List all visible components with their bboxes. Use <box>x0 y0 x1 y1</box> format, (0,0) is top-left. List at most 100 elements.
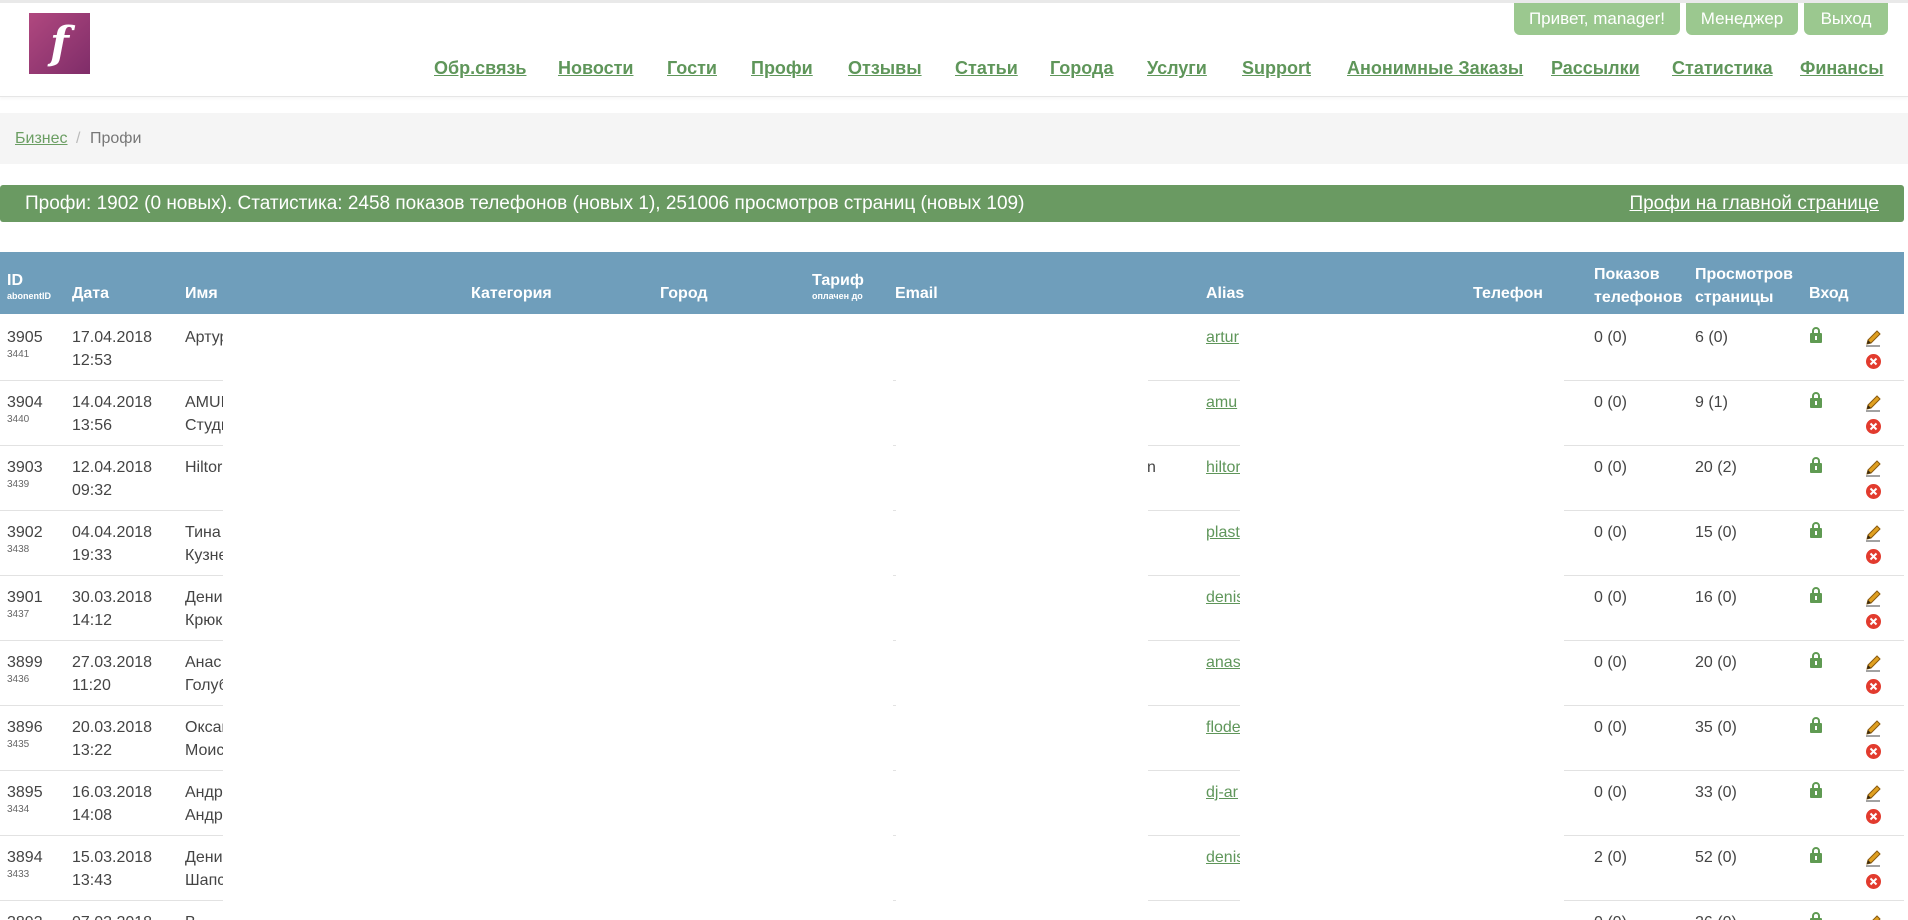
role-button[interactable]: Менеджер <box>1686 3 1798 35</box>
profi-main-page-link[interactable]: Профи на главной странице <box>1629 193 1879 215</box>
nav-services[interactable]: Услуги <box>1147 58 1207 79</box>
edit-pencil-icon[interactable] <box>1864 394 1882 412</box>
cell-date: 12.04.2018 09:32 <box>72 459 153 499</box>
delete-icon[interactable] <box>1865 743 1882 760</box>
edit-pencil-icon[interactable] <box>1864 654 1882 672</box>
col-date[interactable]: Дата <box>72 285 109 303</box>
cell-id: 3893 <box>7 911 67 920</box>
cell-date: 16.03.2018 14:08 <box>72 784 153 824</box>
login-as-user-icon[interactable] <box>1808 846 1824 864</box>
abonent-id: 3435 <box>7 739 30 750</box>
login-as-user-icon[interactable] <box>1808 326 1824 344</box>
nav-statistics[interactable]: Статистика <box>1672 58 1773 79</box>
cell-page-views: 20 (0) <box>1695 654 1737 671</box>
cell-id: 3902 3438 <box>7 521 67 556</box>
col-email[interactable]: Email <box>895 285 938 303</box>
col-id[interactable]: ID abonentID <box>7 272 51 301</box>
redaction-mask <box>1497 315 1564 920</box>
edit-pencil-icon[interactable] <box>1864 849 1882 867</box>
nav-articles[interactable]: Статьи <box>955 58 1018 79</box>
nav-feedback[interactable]: Обр.связь <box>434 58 526 79</box>
cell-phone-shows: 0 (0) <box>1594 589 1627 606</box>
edit-pencil-icon[interactable] <box>1864 329 1882 347</box>
delete-icon[interactable] <box>1865 678 1882 695</box>
login-as-user-icon[interactable] <box>1808 716 1824 734</box>
nav-support[interactable]: Support <box>1242 58 1311 79</box>
col-name[interactable]: Имя <box>185 285 218 303</box>
cell-phone-shows: 0 (0) <box>1594 911 1684 920</box>
delete-icon[interactable] <box>1865 418 1882 435</box>
cell-id: 3905 3441 <box>7 326 67 361</box>
nav-reviews[interactable]: Отзывы <box>848 58 922 79</box>
col-tariff[interactable]: Тариф оплачен до <box>812 272 864 301</box>
col-login: Вход <box>1809 285 1849 302</box>
alias-link[interactable]: denis <box>1206 849 1240 866</box>
alias-link[interactable]: dj-ar <box>1206 784 1238 801</box>
delete-icon[interactable] <box>1865 353 1882 370</box>
col-page-views[interactable]: Просмотров страницы <box>1695 263 1793 309</box>
alias-link[interactable]: flode <box>1206 719 1240 736</box>
breadcrumb-business[interactable]: Бизнес <box>15 130 68 148</box>
abonent-id: 3437 <box>7 609 30 620</box>
abonent-id: 3436 <box>7 674 30 685</box>
cell-phone-shows: 0 (0) <box>1594 784 1627 801</box>
table-header: ID abonentID Дата Имя Категория Город Тар… <box>0 252 1904 314</box>
nav-anonymous-orders[interactable]: Анонимные Заказы <box>1347 58 1523 79</box>
col-category[interactable]: Категория <box>471 285 552 303</box>
login-as-user-icon[interactable] <box>1808 781 1824 799</box>
login-as-user-icon[interactable] <box>1808 521 1824 539</box>
cell-id: 3903 3439 <box>7 456 67 491</box>
nav-news[interactable]: Новости <box>558 58 633 79</box>
login-as-user-icon[interactable] <box>1808 391 1824 409</box>
logo[interactable]: f <box>29 13 90 74</box>
cell-name: AMUIСтуди <box>185 394 223 434</box>
alias-link[interactable]: artur <box>1206 329 1239 346</box>
cell-date: 30.03.2018 14:12 <box>72 589 153 629</box>
alias-link[interactable]: hiltor <box>1206 459 1240 476</box>
login-as-user-icon[interactable] <box>1808 911 1824 920</box>
edit-pencil-icon[interactable] <box>1864 459 1882 477</box>
cell-phone-shows: 0 (0) <box>1594 719 1627 736</box>
edit-pencil-icon[interactable] <box>1864 914 1882 920</box>
col-city[interactable]: Город <box>660 285 708 303</box>
delete-icon[interactable] <box>1865 548 1882 565</box>
delete-icon[interactable] <box>1865 613 1882 630</box>
cell-phone-shows: 0 (0) <box>1594 394 1627 411</box>
delete-icon[interactable] <box>1865 483 1882 500</box>
alias-link[interactable]: amu <box>1206 394 1237 411</box>
cell-name: Дени Шапс <box>185 849 223 889</box>
col-phone[interactable]: Телефон <box>1473 285 1543 303</box>
delete-icon[interactable] <box>1865 873 1882 890</box>
login-as-user-icon[interactable] <box>1808 586 1824 604</box>
logout-button[interactable]: Выход <box>1804 3 1888 35</box>
col-phone-shows[interactable]: Показов телефонов <box>1594 263 1682 309</box>
cell-page-views: 15 (0) <box>1695 524 1737 541</box>
stats-bar: Профи: 1902 (0 новых). Статистика: 2458 … <box>0 185 1904 222</box>
redaction-mask <box>223 315 373 920</box>
nav-guests[interactable]: Гости <box>667 58 717 79</box>
edit-pencil-icon[interactable] <box>1864 784 1882 802</box>
alias-link[interactable]: anas <box>1206 654 1240 671</box>
abonent-id: 3434 <box>7 804 30 815</box>
user-greeting-button[interactable]: Привет, manager! <box>1514 3 1680 35</box>
login-as-user-icon[interactable] <box>1808 651 1824 669</box>
edit-pencil-icon[interactable] <box>1864 589 1882 607</box>
header: f Привет, manager! Менеджер Выход Обр.св… <box>0 3 1908 97</box>
edit-pencil-icon[interactable] <box>1864 524 1882 542</box>
cell-page-views: 9 (1) <box>1695 394 1728 411</box>
cell-alias: denis <box>1206 846 1240 869</box>
cell-date: 27.03.2018 11:20 <box>72 654 153 694</box>
login-as-user-icon[interactable] <box>1808 456 1824 474</box>
nav-finance[interactable]: Финансы <box>1800 58 1884 79</box>
cell-page-views: 35 (0) <box>1695 719 1737 736</box>
nav-profi[interactable]: Профи <box>751 58 813 79</box>
alias-link[interactable]: plast <box>1206 524 1240 541</box>
cell-page-views: 26 (0) <box>1695 911 1795 920</box>
abonent-id: 3440 <box>7 414 30 425</box>
edit-pencil-icon[interactable] <box>1864 719 1882 737</box>
nav-cities[interactable]: Города <box>1050 58 1114 79</box>
col-alias[interactable]: Alias <box>1206 285 1244 303</box>
nav-mailings[interactable]: Рассылки <box>1551 58 1640 79</box>
delete-icon[interactable] <box>1865 808 1882 825</box>
alias-link[interactable]: denis <box>1206 589 1240 606</box>
